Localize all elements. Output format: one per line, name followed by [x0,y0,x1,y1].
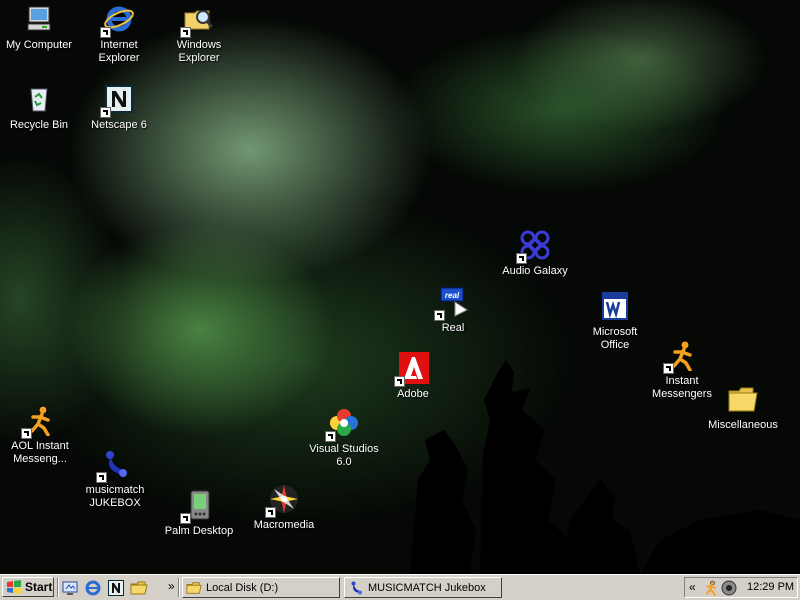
task-label: MUSICMATCH Jukebox [368,581,486,594]
macromedia-icon [265,483,300,518]
quicklaunch-internet-explorer[interactable] [84,579,102,597]
netscape-label: Netscape 6 [91,119,147,131]
task-button-musicmatch[interactable]: MUSICMATCH Jukebox [344,577,502,598]
folder-icon [727,383,759,415]
windows-logo-icon [7,580,21,594]
my-computer-label: My Computer [5,39,73,51]
quicklaunch-show-desktop[interactable] [61,579,79,597]
adobe-label: Adobe [397,388,429,400]
macromedia-icon-group[interactable]: Macromedia [246,483,322,532]
microsoft-office-icon [599,290,631,322]
aim-running-man-icon [21,404,56,439]
taskbar-divider [178,578,180,597]
desktop[interactable]: My Computer Internet Explorer Windows Ex… [0,0,800,574]
show-desktop-icon [62,581,78,595]
recycle-bin-icon-group[interactable]: Recycle Bin [1,83,77,132]
shortcut-arrow-icon [180,513,191,524]
palm-pilot-icon [180,489,215,524]
microsoft-office-icon-group[interactable]: Microsoft Office [577,290,653,352]
system-tray: « 12:29 PM [684,577,798,598]
shortcut-arrow-icon [100,107,111,118]
shortcut-arrow-icon [663,363,674,374]
visual-studios-label: Visual Studios 6.0 [309,443,379,468]
start-label: Start [25,580,53,594]
shortcut-arrow-icon [434,310,445,321]
taskbar: Start » Local Disk (D:) MUSICMATCH Jukeb… [0,574,800,600]
aol-instant-messenger-label: AOL Instant Messeng... [11,440,69,465]
windows-explorer-label: Windows Explorer [176,39,222,64]
folder-icon [186,581,202,594]
audio-galaxy-label: Audio Galaxy [502,265,568,277]
adobe-icon [394,352,429,387]
computer-icon [23,3,55,35]
shortcut-arrow-icon [516,253,527,264]
real-player-icon: real [434,286,469,321]
folder-icon [130,581,148,595]
clock[interactable]: 12:29 PM [747,581,794,593]
palm-desktop-icon-group[interactable]: Palm Desktop [161,489,237,538]
real-icon-group[interactable]: real Real [415,286,491,335]
real-label: Real [441,322,465,334]
internet-explorer-icon-group[interactable]: Internet Explorer [81,3,157,65]
shortcut-arrow-icon [21,428,32,439]
aol-instant-messenger-icon-group[interactable]: AOL Instant Messeng... [2,404,78,466]
audio-galaxy-icon [516,229,551,264]
shortcut-arrow-icon [96,472,107,483]
recycle-bin-label: Recycle Bin [9,119,69,131]
shortcut-arrow-icon [100,27,111,38]
netscape-icon [100,83,135,118]
musicmatch-icon-group[interactable]: musicmatch JUKEBOX [77,448,153,510]
windows-explorer-icon-group[interactable]: Windows Explorer [161,3,237,65]
miscellaneous-icon-group[interactable]: Miscellaneous [705,383,781,432]
aim-tray-icon[interactable] [703,580,719,596]
task-button-local-disk[interactable]: Local Disk (D:) [182,577,340,598]
shortcut-arrow-icon [180,27,191,38]
shortcut-arrow-icon [265,507,276,518]
speaker-tray-icon[interactable] [721,580,737,596]
aim-running-man-icon [663,339,698,374]
internet-explorer-icon [85,580,101,596]
adobe-icon-group[interactable]: Adobe [375,352,451,401]
internet-explorer-icon [100,3,135,38]
musicmatch-icon [96,448,131,483]
start-button[interactable]: Start [2,577,54,597]
netscape-icon [108,580,124,596]
audio-galaxy-icon-group[interactable]: Audio Galaxy [497,229,573,278]
task-label: Local Disk (D:) [206,581,279,594]
internet-explorer-label: Internet Explorer [98,39,140,64]
shortcut-arrow-icon [325,431,336,442]
visual-studio-icon [325,407,360,442]
macromedia-label: Macromedia [253,519,315,531]
shortcut-arrow-icon [394,376,405,387]
svg-text:real: real [445,291,460,300]
musicmatch-label: musicmatch JUKEBOX [85,484,145,509]
microsoft-office-label: Microsoft Office [592,326,638,351]
quicklaunch-netscape[interactable] [107,579,125,597]
quicklaunch-overflow-chevron[interactable]: » [168,579,175,593]
my-computer-icon-group[interactable]: My Computer [1,3,77,52]
taskbar-divider [57,578,59,597]
quicklaunch-windows-explorer[interactable] [130,579,148,597]
miscellaneous-label: Miscellaneous [708,419,778,431]
windows-explorer-icon [180,3,215,38]
tray-expand-chevron[interactable]: « [689,580,696,594]
netscape-icon-group[interactable]: Netscape 6 [81,83,157,132]
palm-desktop-label: Palm Desktop [164,525,234,537]
musicmatch-icon [351,581,362,594]
recycle-bin-icon [23,83,55,115]
visual-studios-icon-group[interactable]: Visual Studios 6.0 [306,407,382,469]
